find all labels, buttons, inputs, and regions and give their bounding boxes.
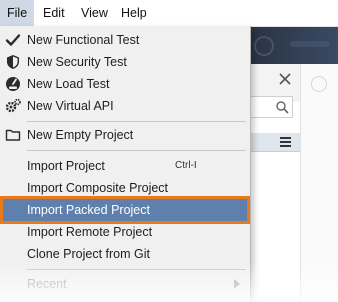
folder-icon — [5, 129, 21, 141]
menu-bar: File Edit View Help — [0, 0, 338, 27]
menu-item-label: Import Remote Project — [27, 225, 153, 239]
menu-edit[interactable]: Edit — [36, 0, 72, 26]
menu-item-new-load-test[interactable]: New Load Test — [0, 73, 250, 95]
close-icon[interactable] — [278, 72, 292, 86]
menu-item-clone-project-from-git[interactable]: Clone Project from Git — [0, 243, 250, 265]
menu-help[interactable]: Help — [114, 0, 154, 26]
menu-item-label: New Security Test — [27, 55, 127, 69]
checkmark-icon — [5, 34, 21, 46]
shortcut-label: Ctrl-I — [175, 160, 197, 171]
menu-item-new-virtual-api[interactable]: New Virtual API — [0, 95, 250, 117]
gears-icon — [5, 98, 21, 113]
menu-item-new-security-test[interactable]: New Security Test — [0, 51, 250, 73]
menu-item-import-packed-project[interactable]: Import Packed Project — [0, 196, 250, 224]
menu-item-import-composite-project[interactable]: Import Composite Project — [0, 177, 250, 199]
menu-separator — [27, 269, 246, 270]
menu-item-label: New Empty Project — [27, 128, 134, 142]
menu-item-recent[interactable]: Recent — [0, 273, 250, 295]
menu-item-label: New Virtual API — [27, 99, 114, 113]
menu-separator — [27, 150, 246, 151]
gauge-icon — [6, 77, 20, 91]
menu-item-label: Import Packed Project — [27, 203, 150, 217]
background-toolbar — [250, 27, 338, 64]
shield-icon — [7, 55, 19, 69]
menu-separator — [27, 121, 246, 122]
menu-item-label: Recent — [27, 277, 67, 291]
menu-item-import-remote-project[interactable]: Import Remote Project — [0, 221, 250, 243]
menu-item-new-empty-project[interactable]: New Empty Project — [0, 124, 250, 146]
menu-item-import-project[interactable]: Import Project Ctrl-I — [0, 155, 250, 177]
search-icon[interactable] — [275, 100, 289, 114]
background-list-header — [250, 133, 300, 152]
menu-file[interactable]: File — [0, 0, 35, 26]
menu-item-new-functional-test[interactable]: New Functional Test — [0, 29, 250, 51]
menu-item-label: New Functional Test — [27, 33, 140, 47]
menu-item-label: Import Project — [27, 159, 105, 173]
menu-item-label: New Load Test — [27, 77, 110, 91]
file-menu-dropdown: New Functional Test New Security Test Ne… — [0, 26, 251, 302]
menu-item-label: Clone Project from Git — [27, 247, 150, 261]
hamburger-icon[interactable] — [280, 137, 291, 147]
background-right-pane — [301, 64, 338, 302]
menu-view[interactable]: View — [74, 0, 115, 26]
menu-item-label: Import Composite Project — [27, 181, 169, 195]
submenu-arrow-icon — [234, 279, 240, 289]
